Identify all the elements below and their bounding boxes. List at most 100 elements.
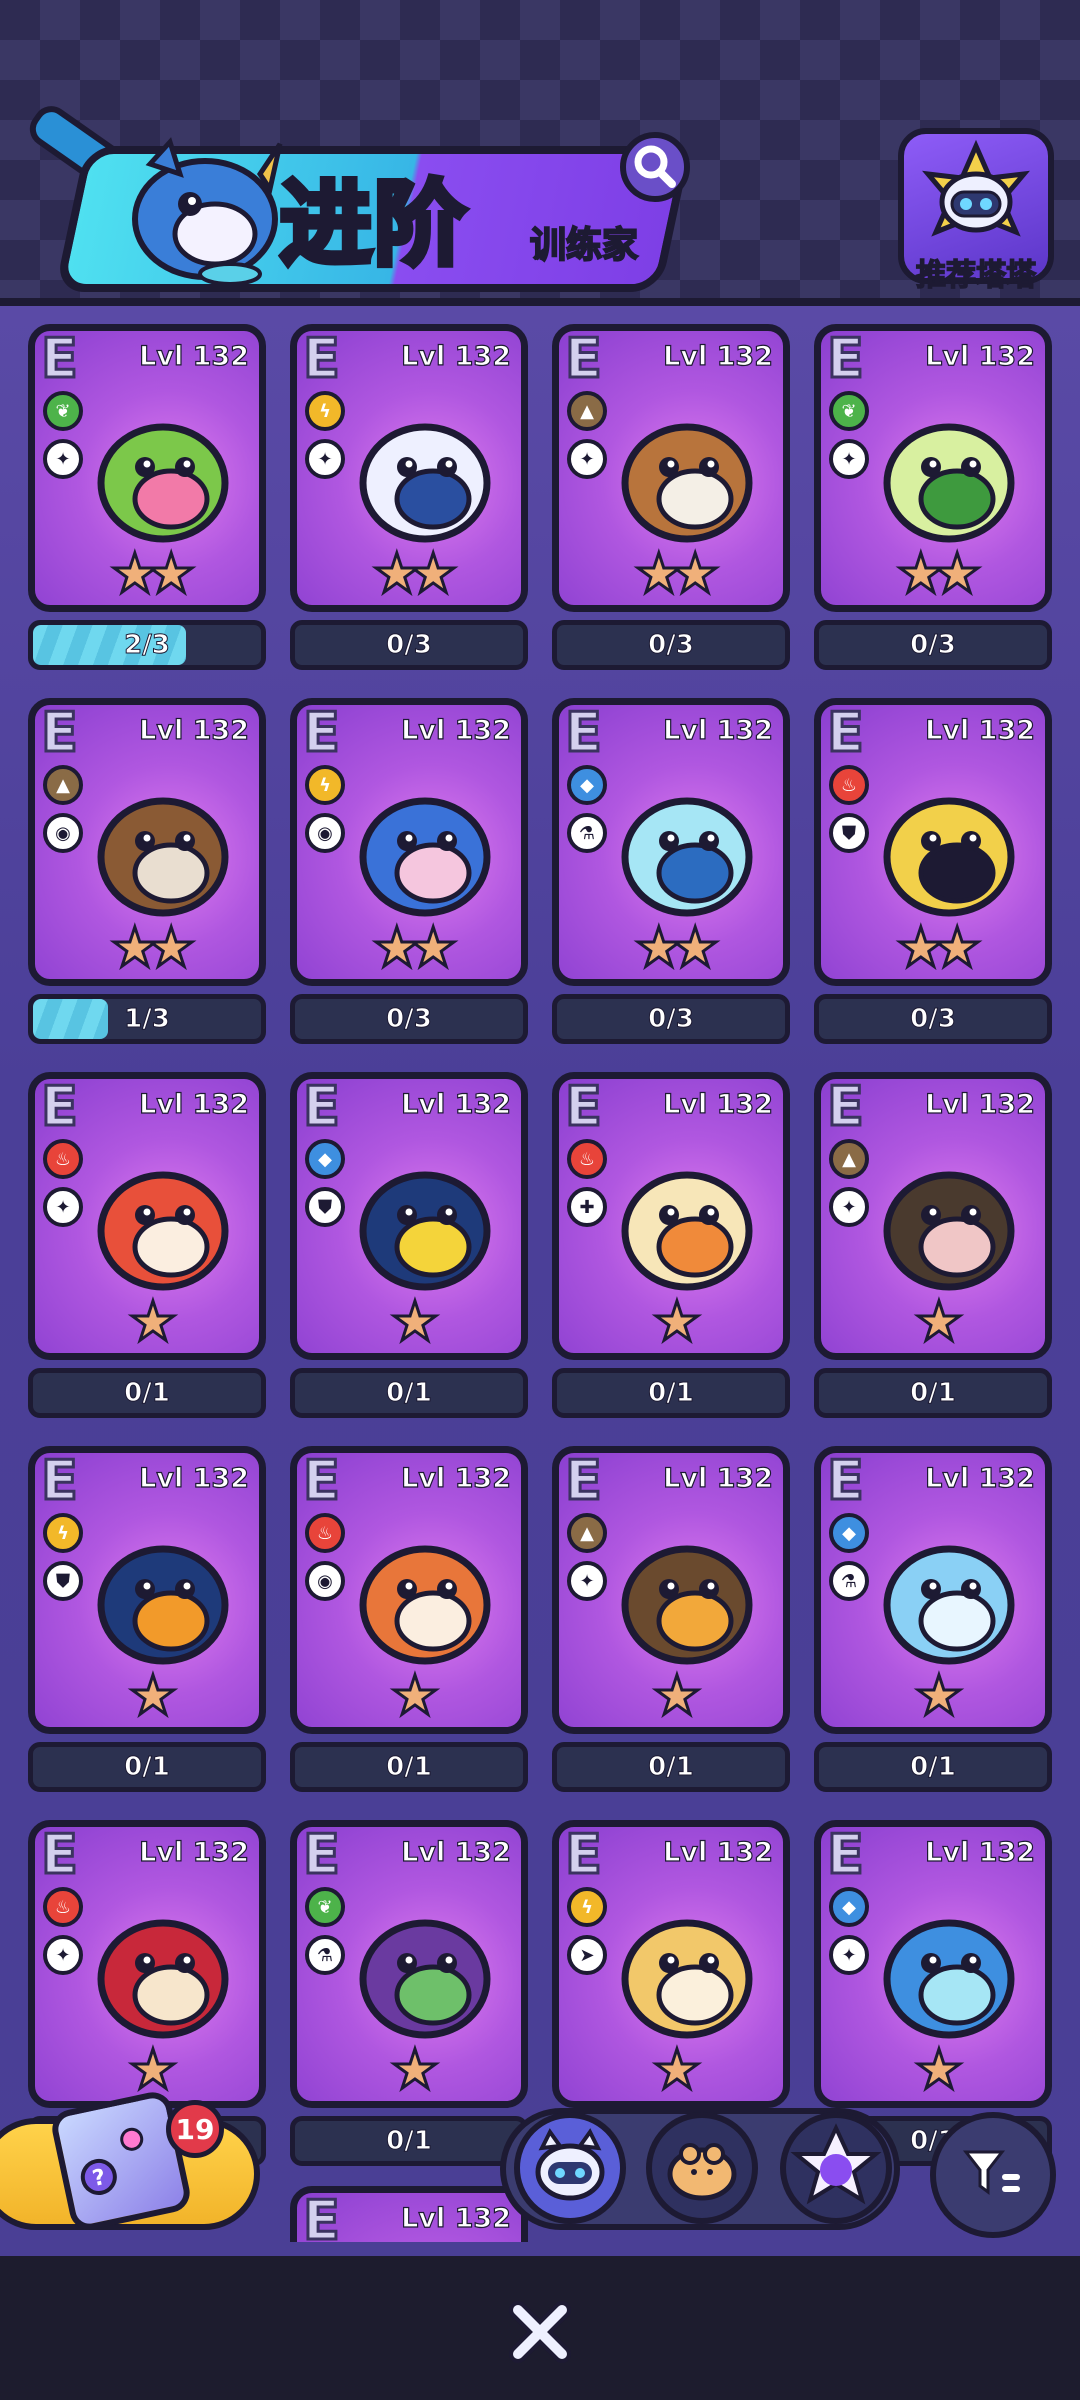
axolotl-creature-icon: [621, 797, 753, 917]
rank-label: E: [564, 1449, 604, 1514]
mystery-box-count: 19: [166, 2100, 224, 2158]
progress-text: 0/1: [124, 1378, 171, 1409]
card-frame: E Lvl 132 ϟ ◉ ★★: [290, 698, 528, 986]
rank-label: E: [564, 701, 604, 766]
star-rating: ★: [389, 1290, 440, 1353]
level-label: Lvl 132: [663, 1836, 774, 1868]
card-frame: E Lvl 132 ♨ ⛊ ★★: [814, 698, 1052, 986]
star-rating: ★: [651, 2038, 702, 2101]
lucky-cat-creature-icon: [621, 1919, 753, 2039]
star-rating: ★: [913, 1290, 964, 1353]
cat-robot-icon: [535, 2128, 605, 2201]
rank-label: E: [302, 1823, 342, 1888]
mushroom-creature-icon: [359, 1919, 491, 2039]
header-banner: 进阶 训练家: [22, 99, 692, 292]
upgrade-progress-bar: 0/3: [552, 994, 790, 1044]
page-subtitle: 训练家: [529, 224, 639, 267]
star-rating: ★: [127, 1664, 178, 1727]
banner-mascot-icon: [132, 137, 283, 284]
level-label: Lvl 132: [925, 714, 1036, 746]
level-label: Lvl 132: [925, 1088, 1036, 1120]
progress-text: 0/3: [648, 630, 695, 661]
level-label: Lvl 132: [925, 340, 1036, 372]
recommend-label: 推荐塔塔: [915, 257, 1037, 294]
leaf-bird-creature-icon: [883, 423, 1015, 543]
star-gem-icon: [790, 2123, 882, 2205]
snail-creature-icon: [621, 1545, 753, 1665]
upgrade-progress-bar: 0/1: [28, 1742, 266, 1792]
close-button[interactable]: [500, 2292, 580, 2372]
upgrade-progress-bar: 1/3: [28, 994, 266, 1044]
rank-label: E: [40, 701, 80, 766]
upgrade-progress-bar: 0/1: [814, 1368, 1052, 1418]
star-rating: ★★: [109, 916, 197, 979]
rank-label: E: [40, 327, 80, 392]
upgrade-progress-bar: 2/3: [28, 620, 266, 670]
card-frame: E Lvl 132 ◆ ✦ ★: [814, 1820, 1052, 2108]
card-frame: E Lvl 132 ϟ ✦ ★★: [290, 324, 528, 612]
rank-label: E: [826, 1449, 866, 1514]
recommend-button[interactable]: 推荐塔塔: [898, 128, 1054, 294]
rank-label: E: [564, 1823, 604, 1888]
progress-text: 0/1: [124, 1752, 171, 1783]
card-frame: E Lvl 132 ◆ ⛊ ★: [290, 1072, 528, 1360]
cactus-creature-icon: [97, 423, 229, 543]
blue-slime-creature-icon: [883, 1545, 1015, 1665]
tab-star-gem[interactable]: [780, 2112, 892, 2224]
card-frame: E Lvl 132 ϟ ➤ ★: [552, 1820, 790, 2108]
rank-label: E: [40, 1449, 80, 1514]
rank-label: E: [826, 701, 866, 766]
level-label: Lvl 132: [925, 1462, 1036, 1494]
upgrade-progress-bar: 0/1: [814, 1742, 1052, 1792]
progress-text: 0/1: [648, 1752, 695, 1783]
upgrade-progress-bar: 0/1: [28, 1368, 266, 1418]
star-rating: ★★: [895, 542, 983, 605]
tab-bread[interactable]: [646, 2112, 758, 2224]
rank-label: E: [302, 1449, 342, 1514]
trainer-card-partial[interactable]: E Lvl 132: [290, 2186, 528, 2242]
upgrade-progress-bar: 0/1: [290, 2116, 528, 2166]
filter-button[interactable]: [930, 2112, 1056, 2238]
snake-creature-icon: [621, 423, 753, 543]
level-label: Lvl 132: [139, 714, 250, 746]
close-icon: [509, 2301, 571, 2363]
upgrade-progress-bar: 0/3: [290, 994, 528, 1044]
progress-text: 0/3: [910, 630, 957, 661]
search-button[interactable]: [620, 132, 690, 202]
upgrade-progress-bar: 0/3: [814, 620, 1052, 670]
mole-creature-icon: [883, 1171, 1015, 1291]
upgrade-progress-bar: 0/3: [552, 620, 790, 670]
question-icon: ?: [80, 2127, 144, 2195]
level-label: Lvl 132: [401, 1088, 512, 1120]
rank-label: E: [564, 1075, 604, 1140]
rank-label: E: [302, 327, 342, 392]
upgrade-progress-bar: 0/1: [290, 1742, 528, 1792]
progress-text: 2/3: [124, 630, 171, 661]
search-icon: [634, 145, 676, 188]
star-rating: ★: [651, 1664, 702, 1727]
progress-text: 0/1: [386, 1752, 433, 1783]
level-label: Lvl 132: [139, 1462, 250, 1494]
level-label: Lvl 132: [663, 1088, 774, 1120]
card-frame: E Lvl 132 ♨ ◉ ★: [290, 1446, 528, 1734]
progress-text: 0/1: [386, 1378, 433, 1409]
chick-creature-icon: [621, 1171, 753, 1291]
penguin-ghost-creature-icon: [359, 423, 491, 543]
filter-icon: [962, 2150, 1020, 2195]
level-label: Lvl 132: [401, 714, 512, 746]
fox-creature-icon: [97, 1171, 229, 1291]
card-frame: E Lvl 132 ▲ ✦ ★: [552, 1446, 790, 1734]
tab-cat-robot[interactable]: [514, 2112, 626, 2224]
bear-creature-icon: [97, 797, 229, 917]
octopus-creature-icon: [883, 1919, 1015, 2039]
rank-label: E: [302, 2189, 342, 2242]
star-rating: ★★: [371, 916, 459, 979]
red-panda-creature-icon: [97, 1919, 229, 2039]
level-label: Lvl 132: [139, 340, 250, 372]
upgrade-progress-bar: 0/1: [552, 1742, 790, 1792]
progress-text: 0/3: [386, 630, 433, 661]
card-frame: E Lvl 132 ♨ ✚ ★: [552, 1072, 790, 1360]
upgrade-progress-bar: 0/3: [814, 994, 1052, 1044]
blue-bird-creature-icon: [359, 797, 491, 917]
progress-text: 0/1: [648, 1378, 695, 1409]
